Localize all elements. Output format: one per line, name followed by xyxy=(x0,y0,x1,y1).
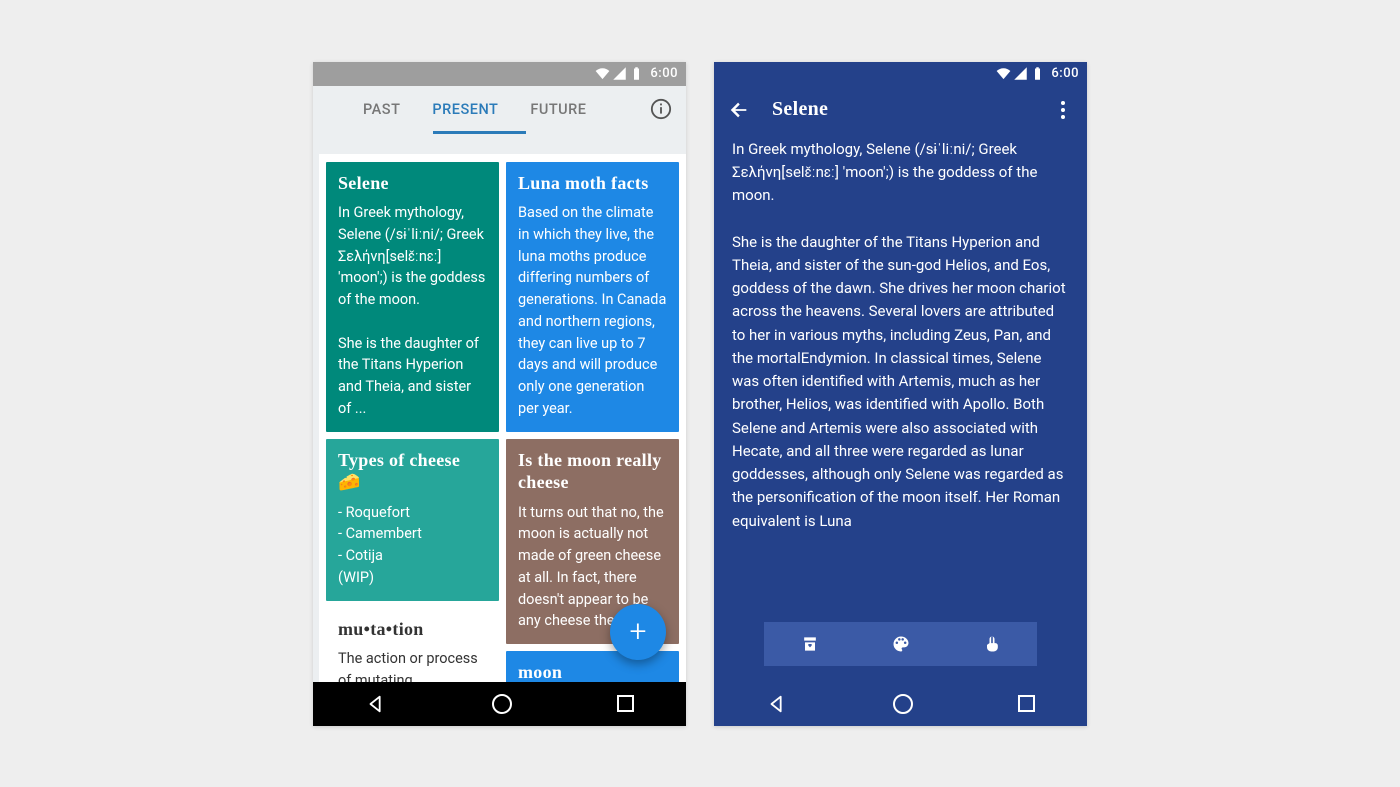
card-types-of-cheese[interactable]: Types of cheese 🧀 - Roquefort - Camember… xyxy=(326,439,499,601)
card-body: The action or process of mutating xyxy=(338,648,487,682)
nav-recent-icon[interactable] xyxy=(617,695,634,712)
tab-underline xyxy=(433,131,526,134)
tab-present[interactable]: PRESENT xyxy=(416,86,514,134)
app-bar: Selene xyxy=(714,86,1087,134)
nav-back-icon[interactable] xyxy=(766,693,788,715)
fab-add-button[interactable]: + xyxy=(610,604,666,660)
card-body: Based on the climate in which they live,… xyxy=(518,202,667,420)
phone-detail-view: 6:00 Selene In Greek mythology, Selene (… xyxy=(714,62,1087,726)
info-icon[interactable] xyxy=(650,98,672,120)
status-time: 6:00 xyxy=(1051,66,1079,81)
wifi-icon xyxy=(595,66,610,81)
palette-icon[interactable] xyxy=(891,634,911,654)
nav-home-icon[interactable] xyxy=(492,694,512,714)
note-body: In Greek mythology, Selene (/sɨˈliːni/; … xyxy=(714,134,1087,533)
nav-recent-icon[interactable] xyxy=(1018,695,1035,712)
page-title: Selene xyxy=(772,98,1031,121)
status-time: 6:00 xyxy=(650,66,678,81)
status-bar: 6:00 xyxy=(714,62,1087,86)
card-title: Types of cheese 🧀 xyxy=(338,449,487,494)
nav-back-icon[interactable] xyxy=(365,693,387,715)
plus-icon: + xyxy=(630,614,647,649)
signal-icon xyxy=(1013,66,1028,81)
card-body: - Roquefort - Camembert - Cotija (WIP) xyxy=(338,502,487,589)
wifi-icon xyxy=(996,66,1011,81)
card-title: Is the moon really cheese xyxy=(518,449,667,494)
status-bar: 6:00 xyxy=(313,62,686,86)
nav-home-icon[interactable] xyxy=(893,694,913,714)
bottom-action-bar xyxy=(764,622,1037,666)
card-title: moon xyxy=(518,661,667,682)
android-navbar xyxy=(313,682,686,726)
tab-past[interactable]: PAST xyxy=(347,86,416,134)
note-paragraph: She is the daughter of the Titans Hyperi… xyxy=(732,231,1069,533)
cards-column-left: Selene In Greek mythology, Selene (/sɨˈl… xyxy=(326,162,499,682)
overflow-menu-icon[interactable] xyxy=(1053,100,1073,120)
touch-icon[interactable] xyxy=(982,634,1002,654)
cards-area: Selene In Greek mythology, Selene (/sɨˈl… xyxy=(319,154,686,682)
note-paragraph: In Greek mythology, Selene (/sɨˈliːni/; … xyxy=(732,138,1069,208)
phone-list-view: 6:00 PAST PRESENT FUTURE Selene In Greek… xyxy=(313,62,686,726)
battery-icon xyxy=(1030,66,1045,81)
card-body: In Greek mythology, Selene (/sɨˈliːni/; … xyxy=(338,202,487,420)
archive-icon[interactable] xyxy=(800,634,820,654)
card-title: Selene xyxy=(338,172,487,195)
card-title: mu•ta•tion xyxy=(338,618,487,641)
tab-future[interactable]: FUTURE xyxy=(514,86,602,134)
signal-icon xyxy=(612,66,627,81)
card-title: Luna moth facts xyxy=(518,172,667,195)
back-arrow-icon[interactable] xyxy=(728,99,750,121)
android-navbar xyxy=(714,682,1087,726)
tab-bar: PAST PRESENT FUTURE xyxy=(313,86,686,134)
card-mutation[interactable]: mu•ta•tion The action or process of muta… xyxy=(326,608,499,682)
battery-icon xyxy=(629,66,644,81)
cards-column-right: Luna moth facts Based on the climate in … xyxy=(506,162,679,682)
card-selene[interactable]: Selene In Greek mythology, Selene (/sɨˈl… xyxy=(326,162,499,432)
card-luna-moth[interactable]: Luna moth facts Based on the climate in … xyxy=(506,162,679,432)
